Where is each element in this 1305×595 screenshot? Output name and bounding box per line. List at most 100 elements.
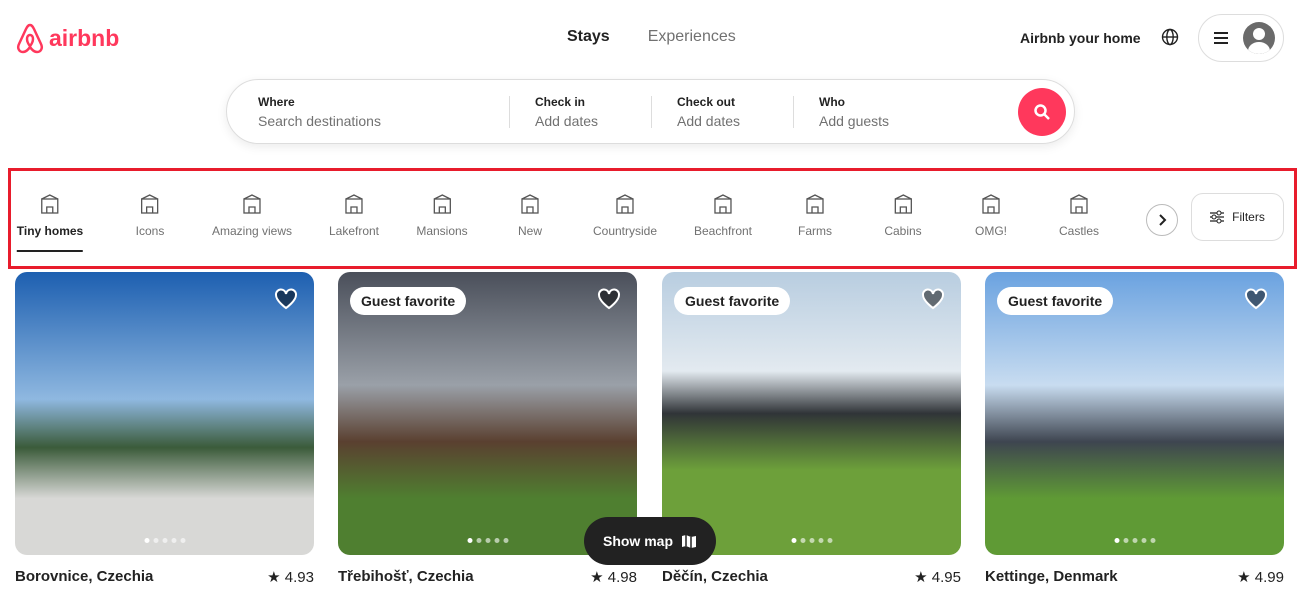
rating-value: 4.98: [607, 569, 637, 586]
listing-rating: ★ 4.98: [590, 568, 637, 586]
tab-stays[interactable]: Stays: [567, 28, 610, 46]
listing-photo[interactable]: Guest favorite: [662, 272, 961, 555]
star-icon: ★: [590, 569, 604, 586]
tab-experiences[interactable]: Experiences: [648, 28, 736, 46]
globe-icon[interactable]: [1161, 28, 1179, 46]
listing-title: Třebihošť, Czechia: [338, 568, 474, 585]
check-out-field[interactable]: Check out Add dates: [652, 95, 793, 129]
who-value: Add guests: [819, 112, 890, 129]
listing-title: Borovnice, Czechia: [15, 568, 154, 585]
brand-name: airbnb: [49, 24, 120, 51]
category-label: Lakefront: [328, 224, 380, 238]
category-label: Tiny homes: [16, 224, 84, 238]
listing-rating: ★ 4.93: [267, 568, 314, 586]
check-out-value: Add dates: [677, 112, 741, 129]
category-icon: [982, 194, 1000, 214]
category-label: OMG!: [975, 224, 1007, 238]
show-map-label: Show map: [602, 533, 673, 549]
photo-pagination[interactable]: [467, 538, 508, 543]
category-label: Mansions: [416, 224, 468, 238]
category-castles[interactable]: Castles: [1059, 193, 1099, 238]
category-label: Icons: [135, 224, 165, 238]
rating-value: 4.95: [931, 569, 961, 586]
category-tiny-homes[interactable]: Tiny homes: [17, 193, 83, 252]
check-in-value: Add dates: [535, 112, 599, 129]
category-icon: [41, 194, 59, 214]
listing-photo[interactable]: Guest favorite: [985, 272, 1284, 555]
photo-pagination[interactable]: [791, 538, 832, 543]
listing-rating: ★ 4.99: [1237, 568, 1284, 586]
map-icon: [682, 535, 696, 548]
category-bar: Castles OMG! Cabins Farms Beachfront Countrys…: [8, 168, 1297, 269]
who-field[interactable]: Who Add guests: [794, 95, 889, 129]
category-label: Castles: [1058, 224, 1100, 238]
category-label: Farms: [798, 224, 832, 238]
category-lakefront[interactable]: Lakefront: [329, 193, 379, 238]
next-categories-button[interactable]: [1146, 204, 1178, 236]
listing-card[interactable]: Guest favorite Kettinge, Denmark ★ 4.99: [985, 272, 1284, 586]
heart-icon[interactable]: [274, 288, 298, 310]
who-label: Who: [819, 94, 845, 109]
category-label: Countryside: [592, 224, 658, 238]
check-out-label: Check out: [677, 94, 736, 109]
category-icon: [616, 194, 634, 214]
chevron-right-icon: [1159, 214, 1167, 226]
heart-icon[interactable]: [597, 288, 621, 310]
category-icon: [345, 194, 363, 214]
listing-photo[interactable]: [15, 272, 314, 555]
category-icon: [141, 194, 159, 214]
category-icons[interactable]: Icons: [135, 193, 165, 238]
category-beachfront[interactable]: Beachfront: [694, 193, 752, 238]
category-omg[interactable]: OMG!: [975, 193, 1007, 238]
check-in-label: Check in: [535, 94, 586, 109]
listing-photo[interactable]: Guest favorite: [338, 272, 637, 555]
guest-favorite-badge: Guest favorite: [674, 287, 791, 315]
rating-value: 4.99: [1254, 569, 1284, 586]
category-mansions[interactable]: Mansions: [416, 193, 468, 238]
category-icon: [243, 194, 261, 214]
airbnb-logo-icon: [16, 23, 44, 54]
listing-title: Kettinge, Denmark: [985, 568, 1118, 585]
heart-icon[interactable]: [921, 288, 945, 310]
check-in-field[interactable]: Check in Add dates: [510, 95, 651, 129]
category-label: Beachfront: [693, 224, 753, 238]
filters-button[interactable]: Filters: [1191, 193, 1284, 241]
category-farms[interactable]: Farms: [798, 193, 832, 238]
category-icon: [433, 194, 451, 214]
listing-rating: ★ 4.95: [914, 568, 961, 586]
category-countryside[interactable]: Countryside: [593, 193, 657, 238]
star-icon: ★: [267, 569, 281, 586]
category-icon: [894, 194, 912, 214]
heart-icon[interactable]: [1244, 288, 1268, 310]
where-input[interactable]: Search destinations: [258, 113, 509, 129]
where-label: Where: [258, 94, 295, 109]
menu-icon: [1214, 32, 1228, 44]
search-bar: Where Search destinations Check in Add dat…: [226, 79, 1075, 144]
rating-value: 4.93: [284, 569, 314, 586]
category-icon: [806, 194, 824, 214]
category-label: Cabins: [884, 224, 922, 238]
category-icon: [714, 194, 732, 214]
guest-favorite-badge: Guest favorite: [350, 287, 467, 315]
search-button[interactable]: [1018, 88, 1066, 136]
show-map-button[interactable]: Show map: [584, 517, 716, 565]
category-icon: [1070, 194, 1088, 214]
where-field[interactable]: Where Search destinations: [227, 95, 509, 129]
photo-pagination[interactable]: [1114, 538, 1155, 543]
filters-label: Filters: [1232, 210, 1265, 224]
category-label: Amazing views: [211, 224, 293, 238]
category-label: New: [517, 224, 543, 238]
category-new[interactable]: New: [518, 193, 542, 238]
user-menu-button[interactable]: [1198, 14, 1284, 62]
star-icon: ★: [1237, 569, 1251, 586]
category-amazing-views[interactable]: Amazing views: [212, 193, 292, 238]
airbnb-logo[interactable]: airbnb: [15, 22, 119, 54]
listing-card[interactable]: Borovnice, Czechia ★ 4.93: [15, 272, 314, 586]
category-cabins[interactable]: Cabins: [884, 193, 922, 238]
star-icon: ★: [914, 569, 928, 586]
category-icon: [521, 194, 539, 214]
photo-pagination[interactable]: [144, 538, 185, 543]
airbnb-your-home-link[interactable]: Airbnb your home: [1020, 30, 1141, 46]
avatar: [1243, 22, 1275, 54]
search-icon: [1034, 104, 1050, 120]
